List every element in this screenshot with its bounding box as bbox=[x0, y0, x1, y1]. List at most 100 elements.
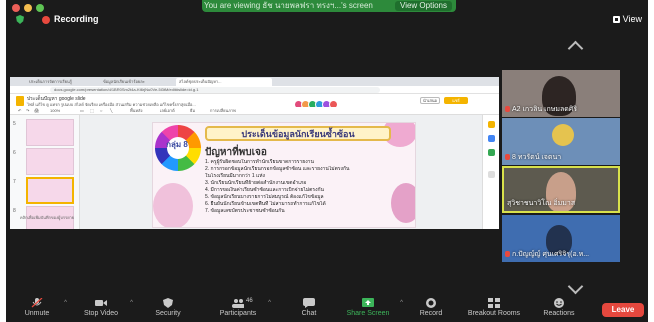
chat-icon bbox=[303, 298, 315, 308]
chevron-up-icon[interactable]: ^ bbox=[130, 300, 133, 306]
view-button-label: View bbox=[622, 14, 642, 24]
reactions-button[interactable]: Reactions bbox=[538, 296, 580, 322]
slide-thumbnail[interactable] bbox=[26, 119, 74, 146]
thumbnail-number: 5 bbox=[13, 121, 16, 127]
breakout-rooms-label: Breakout Rooms bbox=[467, 310, 521, 317]
slide[interactable]: กลุ่ม 8 ประเด็นข้อมูลนักเรียนซ้ำซ้อน ปัญ… bbox=[152, 122, 416, 228]
breakout-rooms-button[interactable]: Breakout Rooms bbox=[464, 296, 524, 322]
participant-name-tag: 8 ทวรัตน์ เจตนา bbox=[505, 152, 561, 163]
theme-button[interactable]: ธีม bbox=[190, 107, 195, 115]
calendar-icon[interactable] bbox=[488, 149, 495, 156]
shield-icon[interactable] bbox=[16, 15, 24, 24]
redo-icon[interactable]: ↷ bbox=[26, 107, 29, 115]
select-tool-icon[interactable]: ▭ bbox=[80, 107, 84, 115]
slide-bullet: 3. นักเรียนนักเรียนที่ย้ายต่อสำนักงานเขต… bbox=[205, 180, 307, 186]
present-button[interactable]: นำเสนอ bbox=[420, 97, 440, 104]
chevron-up-icon[interactable] bbox=[568, 40, 582, 49]
participant-gallery: A2 เกวลิน เกษมลดศิริ 8 ทวรัตน์ เจตนา สุว… bbox=[502, 70, 620, 265]
chevron-up-icon[interactable]: ^ bbox=[64, 300, 67, 306]
reactions-label: Reactions bbox=[543, 310, 575, 317]
shape-tool-icon[interactable]: ○ bbox=[100, 107, 102, 115]
undo-icon[interactable]: ↶ bbox=[18, 107, 21, 115]
participant-name: สุวิชาชนาวิโณ อิ่มมาส bbox=[507, 200, 576, 207]
minimize-window-button[interactable] bbox=[24, 4, 32, 12]
textbox-tool-icon[interactable]: ⬚ bbox=[90, 107, 94, 115]
maximize-window-button[interactable] bbox=[36, 4, 44, 12]
zoom-window: You are viewing ธัช นายพลฟรา ทรงฯ...'s s… bbox=[6, 0, 648, 322]
transition-button[interactable]: การเปลี่ยนภาพ bbox=[210, 107, 236, 115]
share-screen-icon bbox=[362, 298, 374, 307]
tasks-icon[interactable] bbox=[488, 135, 495, 142]
address-bar[interactable]: docs.google.com/presentation/d/1BR0Sm2t4… bbox=[50, 87, 380, 93]
chevron-up-icon[interactable]: ^ bbox=[268, 300, 271, 306]
slide-thumbnail[interactable] bbox=[26, 148, 74, 175]
participant-name: 8 ทวรัตน์ เจตนา bbox=[512, 154, 562, 161]
screen-share-banner: You are viewing ธัช นายพลฟรา ทรงฯ...'s s… bbox=[202, 0, 456, 12]
slide-subtitle: ปัญหาที่พบเจอ bbox=[205, 147, 267, 158]
thumbnail-number: 8 bbox=[13, 208, 16, 214]
security-label: Security bbox=[155, 310, 181, 317]
zoom-select[interactable]: 100% bbox=[50, 107, 60, 115]
add-icon[interactable] bbox=[488, 171, 495, 178]
slide-bullet: 1. ครูผู้รับผิดชอบในการทำนักเรียนขาดการร… bbox=[205, 159, 314, 165]
unmute-button[interactable]: Unmute ^ bbox=[14, 296, 67, 322]
video-tile-active-speaker[interactable]: สุวิชาชนาวิโณ อิ่มมาส bbox=[502, 166, 620, 213]
thumbnail-number: 6 bbox=[13, 150, 16, 156]
participants-button[interactable]: 46 Participants ^ bbox=[212, 296, 271, 322]
speaker-notes[interactable]: คลิกเพื่อเพิ่มบันทึกของผู้บรรยาย bbox=[20, 214, 74, 221]
leave-button[interactable]: Leave bbox=[602, 303, 644, 317]
recording-dot-icon bbox=[42, 16, 50, 24]
view-options-button[interactable]: View Options bbox=[395, 1, 452, 11]
view-button[interactable]: View bbox=[612, 14, 642, 24]
stop-video-label: Stop Video bbox=[83, 310, 119, 317]
group-label: กลุ่ม 8 bbox=[166, 140, 188, 149]
chat-button[interactable]: Chat bbox=[294, 296, 324, 322]
google-slides-logo-icon bbox=[16, 96, 24, 106]
browser-tab-active[interactable]: สไลด์ชุดประเด็นปัญหา... bbox=[176, 78, 272, 86]
slide-title: ประเด็นข้อมูลนักเรียนซ้ำซ้อน bbox=[205, 126, 391, 141]
layout-button[interactable]: เลย์เอาต์ bbox=[160, 107, 175, 115]
mic-off-icon bbox=[31, 298, 43, 308]
security-button[interactable]: Security bbox=[148, 296, 188, 322]
video-tile[interactable]: 8 ทวรัตน์ เจตนา bbox=[502, 118, 620, 165]
slide-bullet: 7. ข้อมูลเลขบัตรประชาชนซ้ำซ้อนกัน bbox=[205, 208, 285, 214]
participant-name-tag: ก.ปัญญ์ญ์ ศุนเศริจิรุ(อ.ห... bbox=[505, 249, 589, 260]
docs-toolbar: ↶ ↷ 🖨 100% ▭ ⬚ ○ ╲ พื้นหลัง เลย์เอาต์ ธี… bbox=[10, 107, 499, 115]
reactions-icon bbox=[554, 298, 564, 308]
background-button[interactable]: พื้นหลัง bbox=[130, 107, 142, 115]
slide-bullet: 2. การกรอกข้อมูลนักเรียนกรอกข้อมูลซ้ำซ้อ… bbox=[205, 166, 350, 172]
shared-screen: ประเด็นการจัดการเรียนรู้ ข้อมูลนักเรียนเ… bbox=[10, 77, 499, 229]
screen-share-message: You are viewing ธัช นายพลฟรา ทรงฯ...'s s… bbox=[204, 1, 373, 10]
slide-filmstrip: 5 6 7 8 bbox=[10, 115, 80, 229]
video-icon bbox=[95, 300, 107, 306]
line-tool-icon[interactable]: ╲ bbox=[110, 107, 112, 115]
participant-name: ก.ปัญญ์ญ์ ศุนเศริจิรุ(อ.ห... bbox=[512, 251, 590, 258]
record-button[interactable]: Record bbox=[416, 296, 446, 322]
participant-video bbox=[552, 124, 574, 146]
browser-tab[interactable]: ประเด็นการจัดการเรียนรู้ bbox=[26, 78, 96, 86]
participant-count: 46 bbox=[246, 298, 253, 304]
chevron-up-icon[interactable]: ^ bbox=[400, 300, 403, 306]
video-tile[interactable]: ก.ปัญญ์ญ์ ศุนเศริจิรุ(อ.ห... bbox=[502, 215, 620, 262]
share-document-button[interactable]: แชร์ bbox=[444, 97, 468, 104]
record-label: Record bbox=[419, 310, 443, 317]
close-window-button[interactable] bbox=[12, 4, 20, 12]
print-icon[interactable]: 🖨 bbox=[34, 107, 39, 115]
share-screen-button[interactable]: Share Screen ^ bbox=[340, 296, 403, 322]
chevron-down-icon[interactable] bbox=[568, 284, 582, 293]
side-panel-rail bbox=[482, 115, 499, 229]
keep-icon[interactable] bbox=[488, 121, 495, 128]
stop-video-button[interactable]: Stop Video ^ bbox=[76, 296, 133, 322]
address-bar-row: docs.google.com/presentation/d/1BR0Sm2t4… bbox=[10, 86, 499, 94]
slide-canvas: กลุ่ม 8 ประเด็นข้อมูลนักเรียนซ้ำซ้อน ปัญ… bbox=[80, 115, 482, 229]
slide-thumbnail-selected[interactable] bbox=[26, 177, 74, 204]
top-bar: You are viewing ธัช นายพลฟรา ทรงฯ...'s s… bbox=[6, 0, 648, 30]
recording-label: Recording bbox=[54, 14, 99, 24]
browser-tab[interactable]: ข้อมูลนักเรียนเข้าร้อยละ bbox=[100, 78, 172, 86]
browser-tab-bar: ประเด็นการจัดการเรียนรู้ ข้อมูลนักเรียนเ… bbox=[10, 77, 499, 86]
unmute-label: Unmute bbox=[24, 310, 50, 317]
thumbnail-number: 7 bbox=[13, 179, 16, 185]
video-tile[interactable]: A2 เกวลิน เกษมลดศิริ bbox=[502, 70, 620, 117]
mic-off-icon bbox=[505, 251, 510, 257]
participant-name-tag: A2 เกวลิน เกษมลดศิริ bbox=[505, 104, 577, 115]
